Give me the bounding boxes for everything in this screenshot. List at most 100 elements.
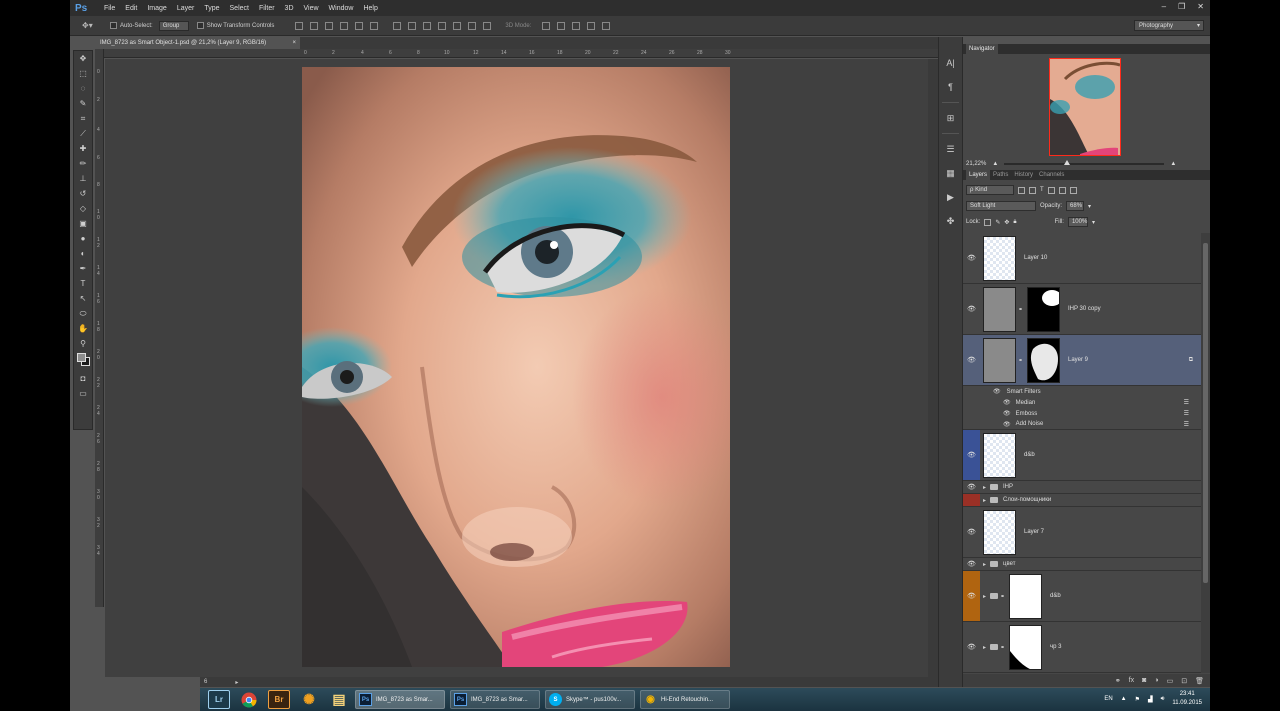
marquee-icon[interactable]: ⬚	[74, 66, 92, 81]
add-mask-icon[interactable]: ◙	[1142, 677, 1146, 684]
layer-mask-thumbnail[interactable]	[1027, 337, 1060, 383]
pen-icon[interactable]: ✒	[74, 261, 92, 276]
zoom-in-icon[interactable]: ▲	[1170, 161, 1176, 167]
menu-view[interactable]: View	[299, 5, 324, 12]
group-row-color[interactable]: 👁︎ ▸ цвет	[963, 558, 1201, 571]
zoom-readout[interactable]: 6	[204, 679, 207, 685]
visibility-eye-icon[interactable]: 👁︎	[963, 571, 980, 621]
expand-arrow-icon[interactable]: ▸	[983, 644, 986, 651]
show-transform-checkbox[interactable]	[196, 22, 204, 29]
play-icon[interactable]: ▸	[235, 679, 238, 686]
group-mask-thumbnail[interactable]	[1009, 573, 1043, 619]
link-icon[interactable]: ⚭	[1018, 306, 1024, 313]
link-layers-icon[interactable]: ⚭	[1115, 677, 1121, 685]
type-icon[interactable]: T	[74, 276, 92, 291]
link-icon[interactable]: ⚭	[1000, 593, 1006, 600]
blur-icon[interactable]: ●	[74, 231, 92, 246]
tab-channels[interactable]: Channels	[1036, 172, 1067, 178]
slider-knob[interactable]	[1064, 160, 1071, 165]
visibility-eye-icon[interactable]: 👁︎	[963, 233, 980, 283]
network-icon[interactable]: ▟	[1148, 696, 1153, 703]
close-tab-icon[interactable]: ×	[292, 40, 296, 46]
layer-name[interactable]: Layer 7	[1024, 529, 1044, 535]
chrome-icon[interactable]	[238, 690, 260, 709]
blend-mode-dropdown[interactable]: Soft Light	[966, 201, 1036, 211]
layer-row-layer9[interactable]: 👁︎ ⚭ Layer 9 ⧉	[963, 335, 1201, 386]
history-brush-icon[interactable]: ↺	[74, 186, 92, 201]
menu-image[interactable]: Image	[142, 5, 171, 12]
dodge-icon[interactable]: ◐	[74, 246, 92, 261]
fx-icon[interactable]: fx	[1129, 677, 1134, 684]
eyedropper-icon[interactable]: ⟋	[74, 126, 92, 141]
filter-row-add-noise[interactable]: 👁︎ Add Noise ☰	[963, 419, 1201, 430]
visibility-eye-icon[interactable]: 👁︎	[963, 507, 980, 557]
expand-arrow-icon[interactable]: ▸	[983, 561, 986, 568]
move-tool-preset-icon[interactable]: ✥▾	[82, 21, 102, 30]
adjustments-icon[interactable]: ☰	[939, 137, 962, 161]
ruler-horizontal[interactable]: 0 2 4 6 8 10 12 14 16 18 20 22 24 26 28 …	[104, 49, 938, 58]
3d-rotate-icon[interactable]	[542, 21, 551, 30]
lasso-icon[interactable]: ◌	[74, 81, 92, 96]
navigator-thumbnail[interactable]	[1049, 58, 1121, 156]
brush-icon[interactable]: ✏	[74, 156, 92, 171]
hand-icon[interactable]: ✋	[74, 321, 92, 336]
filter-row-median[interactable]: 👁︎ Median ☰	[963, 397, 1201, 408]
zoom-icon[interactable]: ⚲	[74, 336, 92, 351]
navigator-zoom-value[interactable]: 21,22%	[966, 161, 986, 167]
layer-mask-thumbnail[interactable]	[1027, 286, 1060, 332]
layer-row-ihp30copy[interactable]: 👁︎ ⚭ IHP 30 copy	[963, 284, 1201, 335]
fill-input[interactable]: 100%	[1067, 217, 1088, 227]
link-icon[interactable]: ⚭	[1000, 644, 1006, 651]
actions-icon[interactable]: ▶	[939, 185, 962, 209]
filter-type-icon[interactable]: T	[1040, 187, 1044, 193]
move-icon[interactable]: ✥	[74, 51, 92, 66]
navigator-panel[interactable]	[963, 54, 1210, 158]
filter-toggle-icon[interactable]	[1069, 186, 1077, 194]
menu-help[interactable]: Help	[358, 5, 382, 12]
filter-smart-icon[interactable]	[1058, 186, 1066, 194]
distribute-left-icon[interactable]	[438, 21, 447, 30]
quick-select-icon[interactable]: ✎	[74, 96, 92, 111]
shape-icon[interactable]: ⬭	[74, 306, 92, 321]
scrollbar-thumb[interactable]	[1203, 243, 1208, 583]
layers-list[interactable]: 👁︎ Layer 10 👁︎ ⚭ IHP 30 copy 👁︎ ⚭ Layer …	[963, 233, 1201, 673]
brush-presets-icon[interactable]: ⊞	[939, 106, 962, 130]
3d-scale-icon[interactable]	[602, 21, 611, 30]
tab-layers[interactable]: Layers	[966, 170, 991, 180]
filter-adjustment-icon[interactable]	[1029, 186, 1036, 194]
align-vcenter-icon[interactable]	[310, 21, 319, 30]
menu-file[interactable]: File	[99, 5, 120, 12]
task-photoshop-1[interactable]: Ps IMG_8723 as Smar...	[355, 690, 445, 709]
distribute-hcenter-icon[interactable]	[453, 21, 462, 30]
auto-select-dropdown[interactable]: Group	[158, 20, 189, 31]
task-chrome[interactable]: ◉ Hi-End Retouchin...	[640, 690, 730, 709]
kind-filter-dropdown[interactable]: ρ Kind	[966, 185, 1014, 195]
group-name[interactable]: IHP	[1003, 484, 1013, 490]
styles-icon[interactable]: ▦	[939, 161, 962, 185]
layer-row-layer10[interactable]: 👁︎ Layer 10	[963, 233, 1201, 284]
auto-select-checkbox[interactable]	[110, 22, 117, 29]
document-tab[interactable]: IMG_8723 as Smart Object-1.psd @ 21,2% (…	[95, 37, 300, 49]
distribute-bottom-icon[interactable]	[423, 21, 432, 30]
auto-align-icon[interactable]	[483, 21, 492, 30]
gradient-icon[interactable]: ▣	[74, 216, 92, 231]
restore-button[interactable]: ❐	[1178, 2, 1185, 11]
task-skype[interactable]: S Skype™ - pus100v...	[545, 690, 635, 709]
filter-options-icon[interactable]: ☰	[1184, 421, 1189, 428]
tab-history[interactable]: History	[1011, 172, 1036, 178]
document-scrollbar[interactable]	[928, 59, 938, 677]
visibility-eye-icon[interactable]: 👁︎	[963, 284, 980, 334]
3d-drag-icon[interactable]	[572, 21, 581, 30]
menu-type[interactable]: Type	[199, 5, 224, 12]
character-icon[interactable]: A|	[939, 51, 962, 75]
eraser-icon[interactable]: ◇	[74, 201, 92, 216]
menu-window[interactable]: Window	[324, 5, 359, 12]
visibility-eye-icon[interactable]: 👁︎	[993, 388, 1001, 395]
filter-options-icon[interactable]: ☰	[1184, 399, 1189, 406]
visibility-eye-icon[interactable]: 👁︎	[1003, 410, 1011, 417]
group-row-dbb[interactable]: 👁︎ ▸ ⚭ d&b	[963, 571, 1201, 622]
align-left-icon[interactable]	[340, 21, 349, 30]
quick-mask-icon[interactable]: ◘	[74, 371, 92, 386]
menu-select[interactable]: Select	[225, 5, 254, 12]
layer-name[interactable]: Layer 9	[1068, 357, 1088, 363]
